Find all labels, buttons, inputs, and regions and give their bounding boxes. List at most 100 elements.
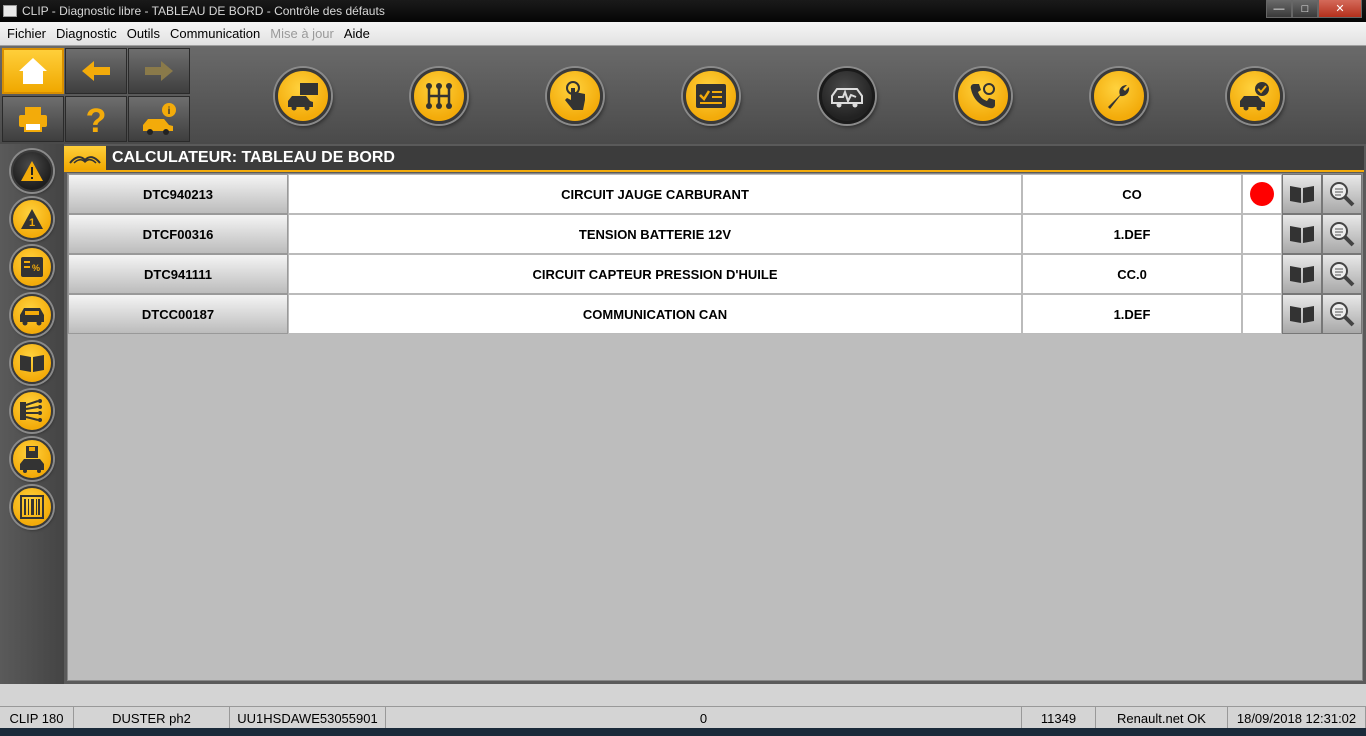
magnifier-icon (1330, 182, 1355, 207)
gearbox-button[interactable] (411, 68, 467, 124)
main-panel: CALCULATEUR: TABLEAU DE BORD DTC940213 C… (64, 144, 1366, 684)
dtc-description: CIRCUIT JAUGE CARBURANT (288, 174, 1022, 214)
home-button[interactable] (2, 48, 64, 94)
alert-icon: 1 (21, 209, 43, 229)
vehicle-info-button[interactable]: i (128, 96, 190, 142)
fault-list: DTC940213 CIRCUIT JAUGE CARBURANT CO DTC… (67, 173, 1363, 681)
dtc-status: CO (1022, 174, 1242, 214)
barcode-icon (20, 495, 44, 519)
vehicle-identification-icon (288, 83, 318, 111)
book-icon (1290, 226, 1314, 243)
dtc-code[interactable]: DTCF00316 (68, 214, 288, 254)
dtc-status: 1.DEF (1022, 294, 1242, 334)
documentation-button[interactable] (1282, 214, 1322, 254)
brand-logo (64, 146, 106, 170)
phone-support-button[interactable] (955, 68, 1011, 124)
documentation-button[interactable] (1282, 174, 1322, 214)
forward-arrow-icon (145, 61, 173, 81)
dtc-code[interactable]: DTC941111 (68, 254, 288, 294)
dtc-description: TENSION BATTERIE 12V (288, 214, 1022, 254)
dtc-status: 1.DEF (1022, 214, 1242, 254)
forward-button[interactable] (128, 48, 190, 94)
wiring-icon (20, 399, 42, 422)
dtc-indicator (1242, 294, 1282, 334)
magnifier-icon (1330, 302, 1355, 327)
warning-icon (21, 161, 43, 181)
checklist-button[interactable] (683, 68, 739, 124)
details-button[interactable] (1322, 174, 1362, 214)
wings-icon (69, 156, 101, 164)
details-button[interactable] (1322, 254, 1362, 294)
window-title: CLIP - Diagnostic libre - TABLEAU DE BOR… (22, 4, 385, 18)
table-row[interactable]: DTCF00316 TENSION BATTERIE 12V 1.DEF (68, 214, 1362, 254)
menu-aide[interactable]: Aide (339, 26, 375, 41)
sidebar-barcode-button[interactable] (11, 486, 53, 528)
os-taskbar (0, 728, 1366, 736)
title-bar: CLIP - Diagnostic libre - TABLEAU DE BOR… (0, 0, 1366, 22)
sidebar-warning-button[interactable] (11, 150, 53, 192)
dtc-code[interactable]: DTC940213 (68, 174, 288, 214)
menu-outils[interactable]: Outils (122, 26, 165, 41)
maximize-button[interactable]: □ (1292, 0, 1318, 18)
svg-text:%: % (32, 263, 40, 273)
vehicle-identification-button[interactable] (275, 68, 331, 124)
dtc-code[interactable]: DTCC00187 (68, 294, 288, 334)
checklist-icon (696, 84, 726, 108)
table-row[interactable]: DTC940213 CIRCUIT JAUGE CARBURANT CO (68, 174, 1362, 214)
dtc-indicator (1242, 214, 1282, 254)
print-button[interactable] (2, 96, 64, 142)
window-controls: — □ ✕ (1266, 0, 1362, 18)
wrench-button[interactable] (1091, 68, 1147, 124)
dtc-indicator (1242, 254, 1282, 294)
table-row[interactable]: DTC941111 CIRCUIT CAPTEUR PRESSION D'HUI… (68, 254, 1362, 294)
sidebar-vehicle-button[interactable] (11, 294, 53, 336)
svg-text:?: ? (86, 102, 107, 136)
book-icon (1290, 306, 1314, 323)
sidebar-alert-button[interactable]: 1 (11, 198, 53, 240)
vehicle-check-button[interactable] (1227, 68, 1283, 124)
documentation-button[interactable] (1282, 254, 1322, 294)
details-button[interactable] (1322, 214, 1362, 254)
vehicle-info-icon: i (143, 103, 176, 135)
menu-bar: Fichier Diagnostic Outils Communication … (0, 22, 1366, 46)
menu-diagnostic[interactable]: Diagnostic (51, 26, 122, 41)
sidebar-parameters-button[interactable]: % (11, 246, 53, 288)
touch-button[interactable] (547, 68, 603, 124)
status-vin: UU1HSDAWE53055901 (230, 707, 386, 729)
details-button[interactable] (1322, 294, 1362, 334)
dtc-description: COMMUNICATION CAN (288, 294, 1022, 334)
help-button[interactable]: ? (65, 96, 127, 142)
panel-header: CALCULATEUR: TABLEAU DE BORD (64, 146, 1364, 172)
back-button[interactable] (65, 48, 127, 94)
menu-communication[interactable]: Communication (165, 26, 265, 41)
documentation-button[interactable] (1282, 294, 1322, 334)
fault-diagnosis-icon (831, 88, 863, 108)
phone-support-icon (970, 83, 995, 109)
magnifier-icon (1330, 262, 1355, 287)
sidebar-save-vehicle-button[interactable] (11, 438, 53, 480)
menu-mise-a-jour: Mise à jour (270, 26, 334, 41)
magnifier-icon (1330, 222, 1355, 247)
book-icon (20, 355, 44, 372)
status-vehicle: DUSTER ph2 (74, 707, 230, 729)
status-tool: CLIP 180 (0, 707, 74, 729)
dtc-indicator (1242, 174, 1282, 214)
menu-fichier[interactable]: Fichier (2, 26, 51, 41)
app-icon (3, 5, 17, 17)
touch-icon (565, 81, 585, 110)
active-fault-indicator (1250, 182, 1274, 206)
sidebar-documentation-button[interactable] (11, 342, 53, 384)
status-datetime: 18/09/2018 12:31:02 (1228, 707, 1366, 729)
help-icon: ? (86, 102, 107, 136)
table-row[interactable]: DTCC00187 COMMUNICATION CAN 1.DEF (68, 294, 1362, 334)
back-arrow-icon (82, 61, 110, 81)
sidebar-wiring-button[interactable] (11, 390, 53, 432)
status-counter: 0 (386, 707, 1022, 729)
close-button[interactable]: ✕ (1318, 0, 1362, 18)
status-bar: CLIP 180 DUSTER ph2 UU1HSDAWE53055901 0 … (0, 706, 1366, 729)
svg-text:1: 1 (29, 217, 35, 229)
fault-diagnosis-button[interactable] (819, 68, 875, 124)
minimize-button[interactable]: — (1266, 0, 1292, 18)
dtc-status: CC.0 (1022, 254, 1242, 294)
panel-title: CALCULATEUR: TABLEAU DE BORD (112, 149, 395, 166)
